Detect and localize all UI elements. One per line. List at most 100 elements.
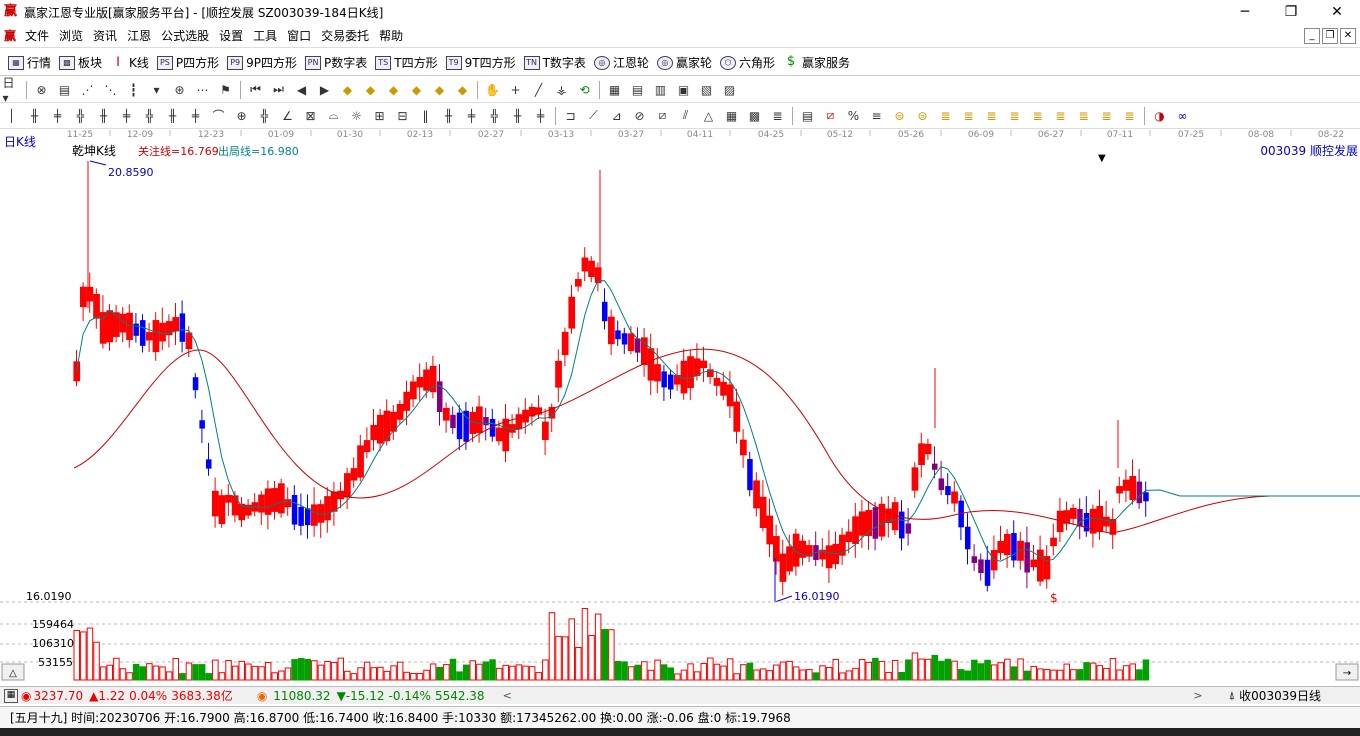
sun-icon[interactable]: ☼ bbox=[348, 107, 366, 125]
next-icon[interactable]: ▶ bbox=[316, 81, 334, 99]
chart-svg[interactable]: 11-25 12-09 12-23 01-09 01-30 02-13 02-27 03-13… bbox=[0, 128, 1360, 686]
fan-b-icon[interactable]: ⊿ bbox=[608, 107, 626, 125]
p-number-table-button[interactable]: PN P数字表 bbox=[305, 54, 367, 71]
minimize-button[interactable]: ─ bbox=[1222, 0, 1268, 24]
menu-browse[interactable]: 浏览 bbox=[54, 27, 88, 44]
hash-f-icon[interactable]: ╬ bbox=[141, 107, 159, 125]
prev-icon[interactable]: ◀ bbox=[293, 81, 311, 99]
lines-c-icon[interactable]: ≣ bbox=[983, 107, 1001, 125]
menu-news[interactable]: 资讯 bbox=[88, 27, 122, 44]
save-icon[interactable]: ▣ bbox=[675, 81, 693, 99]
hash-b-icon[interactable]: ╪ bbox=[49, 107, 67, 125]
diamond-e-icon[interactable]: ◆ bbox=[431, 81, 449, 99]
hash-a-icon[interactable]: ╫ bbox=[26, 107, 44, 125]
triangle-icon[interactable]: △ bbox=[700, 107, 718, 125]
document-icon[interactable]: ▤ bbox=[56, 81, 74, 99]
diamond-a-icon[interactable]: ◆ bbox=[339, 81, 357, 99]
indicator-a-icon[interactable]: ⋰ bbox=[79, 81, 97, 99]
fib-icon[interactable]: ⊘ bbox=[631, 107, 649, 125]
kline-button[interactable]: ┃ K线 bbox=[110, 54, 149, 71]
line-tool-icon[interactable]: ╱ bbox=[530, 81, 548, 99]
lines-g-icon[interactable]: ≣ bbox=[1075, 107, 1093, 125]
last-icon[interactable]: ⏭ bbox=[270, 81, 288, 99]
hash-c-icon[interactable]: ╬ bbox=[72, 107, 90, 125]
winner-wheel-button[interactable]: ◎ 赢家轮 bbox=[656, 54, 712, 71]
box-x-icon[interactable]: ⊠ bbox=[302, 107, 320, 125]
diamond-b-icon[interactable]: ◆ bbox=[362, 81, 380, 99]
hash-e-icon[interactable]: ╪ bbox=[118, 107, 136, 125]
period-dropdown[interactable]: 日▾ bbox=[3, 76, 21, 105]
menu-settings[interactable]: 设置 bbox=[214, 27, 248, 44]
vline-b-icon[interactable]: ╫ bbox=[440, 107, 458, 125]
hash-h-icon[interactable]: ╪ bbox=[187, 107, 205, 125]
close-button[interactable]: ✕ bbox=[1314, 0, 1360, 24]
vertical-line-icon[interactable]: │ bbox=[3, 107, 21, 125]
angle-icon[interactable]: ∠ bbox=[279, 107, 297, 125]
parallel-icon[interactable]: ≣ bbox=[769, 107, 787, 125]
rect-icon[interactable]: ▦ bbox=[723, 107, 741, 125]
vline-d-icon[interactable]: ╬ bbox=[486, 107, 504, 125]
pin-icon[interactable]: ⍋ bbox=[1229, 689, 1236, 703]
rect-b-icon[interactable]: ▩ bbox=[746, 107, 764, 125]
grid-icon[interactable]: ▦ bbox=[4, 688, 18, 703]
vline-c-icon[interactable]: ╪ bbox=[463, 107, 481, 125]
coin-b-icon[interactable]: ⊜ bbox=[914, 107, 932, 125]
table-b-icon[interactable]: ▤ bbox=[799, 107, 817, 125]
gann-indicator-icon[interactable]: ⊛ bbox=[171, 81, 189, 99]
menu-gann[interactable]: 江恩 bbox=[122, 27, 156, 44]
chart-mode-icon[interactable]: ⊗ bbox=[33, 81, 51, 99]
vline-e-icon[interactable]: ╫ bbox=[509, 107, 527, 125]
calendar-icon[interactable]: ▦ bbox=[606, 81, 624, 99]
lines-e-icon[interactable]: ≣ bbox=[1029, 107, 1047, 125]
cross-out-icon[interactable]: ⧄ bbox=[822, 107, 840, 125]
mdi-close-button[interactable]: ✕ bbox=[1340, 28, 1356, 44]
scroll-left-arrow[interactable]: < bbox=[503, 689, 512, 702]
hexagon-button[interactable]: ⬡ 六角形 bbox=[719, 54, 775, 71]
lines-i-icon[interactable]: ≣ bbox=[1121, 107, 1139, 125]
crosshair-icon[interactable]: + bbox=[507, 81, 525, 99]
indicator-c-icon[interactable]: ┇ bbox=[125, 81, 143, 99]
channel-icon[interactable]: ⫽ bbox=[677, 107, 695, 125]
app-menu-icon[interactable]: 赢 bbox=[4, 27, 16, 44]
menu-help[interactable]: 帮助 bbox=[374, 27, 408, 44]
lines-d-icon[interactable]: ≣ bbox=[1006, 107, 1024, 125]
hash-g-icon[interactable]: ╫ bbox=[164, 107, 182, 125]
lines-f-icon[interactable]: ≣ bbox=[1052, 107, 1070, 125]
lines-a-icon[interactable]: ≣ bbox=[937, 107, 955, 125]
export-icon[interactable]: ▨ bbox=[721, 81, 739, 99]
scroll-right-arrow[interactable]: > bbox=[1193, 689, 1202, 702]
lines-b-icon[interactable]: ≣ bbox=[960, 107, 978, 125]
menu-tools[interactable]: 工具 bbox=[248, 27, 282, 44]
horizontal-scrollbar[interactable]: < > bbox=[489, 689, 1223, 703]
menu-trade[interactable]: 交易委托 bbox=[316, 27, 374, 44]
vline-a-icon[interactable]: ‖ bbox=[417, 107, 435, 125]
restore-button[interactable]: ❐ bbox=[1268, 0, 1314, 24]
table-icon[interactable]: ▤ bbox=[629, 81, 647, 99]
bracket-icon[interactable]: ⊐ bbox=[562, 107, 580, 125]
arc-b-icon[interactable]: ⌓ bbox=[325, 107, 343, 125]
coin-icon[interactable]: ⊜ bbox=[891, 107, 909, 125]
circle-grid-icon[interactable]: ⊕ bbox=[233, 107, 251, 125]
flag-icon[interactable]: ⚑ bbox=[217, 81, 235, 99]
winner-service-button[interactable]: $ 赢家服务 bbox=[783, 54, 850, 71]
lines-h-icon[interactable]: ≣ bbox=[1098, 107, 1116, 125]
favorite-label[interactable]: 收003039日线 bbox=[1239, 687, 1321, 704]
gann-wheel-button[interactable]: ◎ 江恩轮 bbox=[593, 54, 649, 71]
menu-formula[interactable]: 公式选股 bbox=[156, 27, 214, 44]
fan-icon[interactable]: ⚶ bbox=[553, 81, 571, 99]
print-icon[interactable]: ▧ bbox=[698, 81, 716, 99]
indicator-d-icon[interactable]: ▾ bbox=[148, 81, 166, 99]
indicator-b-icon[interactable]: ⋱ bbox=[102, 81, 120, 99]
vline-f-icon[interactable]: ╪ bbox=[532, 107, 550, 125]
quotes-button[interactable]: ▦ 行情 bbox=[8, 54, 51, 71]
kline-chart[interactable]: 11-25 12-09 12-23 01-09 01-30 02-13 02-27 03-13… bbox=[0, 128, 1360, 686]
cycle-icon[interactable]: ⟲ bbox=[576, 81, 594, 99]
arc-icon[interactable]: ⌒ bbox=[210, 107, 228, 125]
diamond-c-icon[interactable]: ◆ bbox=[385, 81, 403, 99]
sectors-button[interactable]: ▩ 板块 bbox=[59, 54, 102, 71]
menu-file[interactable]: 文件 bbox=[20, 27, 54, 44]
hand-icon[interactable]: ✋ bbox=[484, 81, 502, 99]
diamond-d-icon[interactable]: ◆ bbox=[408, 81, 426, 99]
p-square-button[interactable]: PS P四方形 bbox=[156, 54, 219, 71]
infinity-icon[interactable]: ∞ bbox=[1174, 107, 1192, 125]
